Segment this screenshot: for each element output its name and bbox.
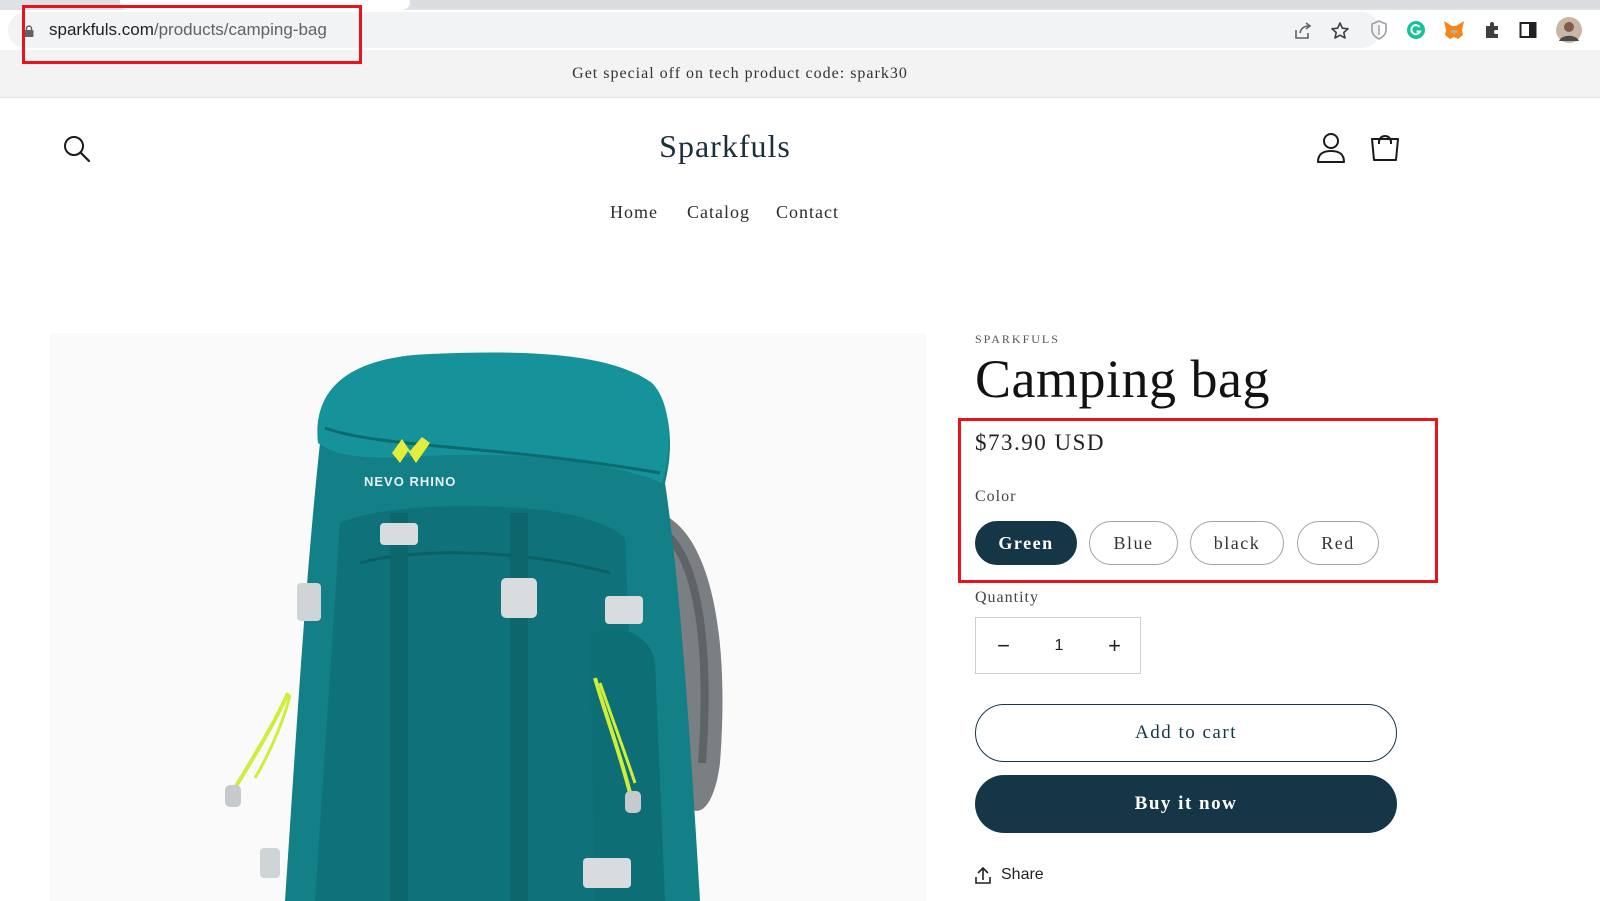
browser-toolbar: sparkfuls.com/products/camping-bag <box>0 10 1600 50</box>
profile-avatar[interactable] <box>1554 17 1584 43</box>
search-icon[interactable] <box>62 134 92 164</box>
buy-now-button[interactable]: Buy it now <box>975 775 1397 833</box>
color-label: Color <box>975 488 1017 505</box>
quantity-increase-button[interactable]: + <box>1087 618 1142 673</box>
nav-contact[interactable]: Contact <box>776 202 839 223</box>
bookmark-star-icon[interactable] <box>1329 20 1351 42</box>
backpack-illustration <box>225 352 723 901</box>
nav-catalog[interactable]: Catalog <box>687 202 750 223</box>
quantity-decrease-button[interactable]: − <box>976 618 1031 673</box>
product-title: Camping bag <box>975 349 1270 409</box>
share-page-icon[interactable] <box>1292 20 1314 42</box>
cart-icon[interactable] <box>1368 132 1402 164</box>
grammarly-icon[interactable] <box>1405 19 1427 41</box>
main-nav: Home Catalog Contact <box>0 202 1600 226</box>
backpack-brand-logo: NEVO RHINO <box>364 474 457 489</box>
shield-extension-icon[interactable] <box>1368 19 1390 41</box>
extensions-puzzle-icon[interactable] <box>1481 19 1503 41</box>
active-tab[interactable] <box>120 0 410 10</box>
share-label: Share <box>1001 866 1044 883</box>
product-image[interactable]: NEVO RHINO <box>50 333 926 901</box>
address-bar[interactable]: sparkfuls.com/products/camping-bag <box>8 12 1380 48</box>
quantity-stepper: − + <box>975 617 1141 674</box>
tab-bar-background <box>410 0 1600 8</box>
quantity-input[interactable] <box>1031 618 1087 673</box>
share-icon <box>975 866 991 884</box>
add-to-cart-button[interactable]: Add to cart <box>975 704 1397 762</box>
color-option-blue[interactable]: Blue <box>1089 521 1178 565</box>
color-option-red[interactable]: Red <box>1297 521 1379 565</box>
announcement-text: Get special off on tech product code: sp… <box>572 64 908 82</box>
browser-tabstrip <box>0 0 1600 10</box>
side-panel-icon[interactable] <box>1517 19 1539 41</box>
account-icon[interactable] <box>1316 132 1346 164</box>
lock-icon[interactable] <box>24 25 34 37</box>
color-option-black[interactable]: black <box>1190 521 1284 565</box>
share-button[interactable]: Share <box>975 866 1044 884</box>
color-option-green[interactable]: Green <box>975 521 1077 565</box>
nav-home[interactable]: Home <box>610 202 658 223</box>
metamask-icon[interactable] <box>1443 19 1465 41</box>
url-text[interactable]: sparkfuls.com/products/camping-bag <box>49 20 327 40</box>
product-price: $73.90 USD <box>975 430 1106 455</box>
site-logo[interactable]: Sparkfuls <box>600 128 850 165</box>
product-vendor: SPARKFULS <box>975 332 1060 346</box>
announcement-bar: Get special off on tech product code: sp… <box>0 50 1600 98</box>
quantity-label: Quantity <box>975 589 1039 606</box>
